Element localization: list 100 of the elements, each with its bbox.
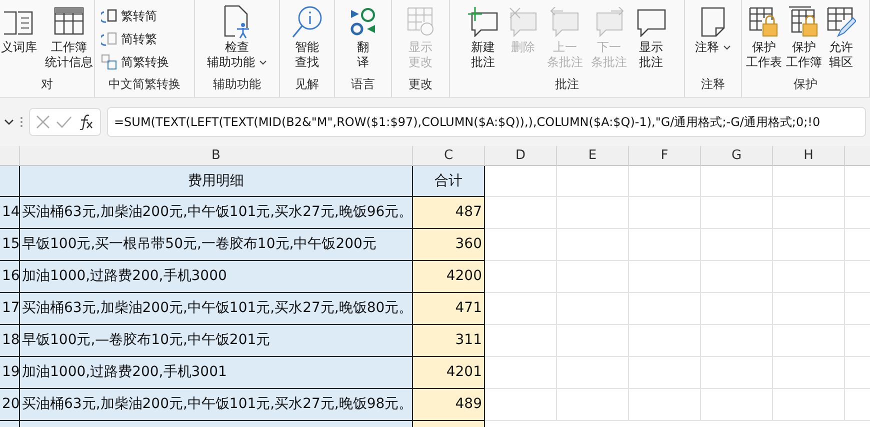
table-cell xyxy=(629,166,701,197)
table-cell xyxy=(773,389,845,421)
column-header[interactable]: G xyxy=(701,146,773,166)
header-cell: 费用明细 xyxy=(20,166,413,197)
table-cell xyxy=(557,389,629,421)
table-cell: 买油桶63元,加柴油200元,中午饭101元,买水27元,晚饭98元。 xyxy=(20,389,413,421)
ribbon-button[interactable]: 简转繁 xyxy=(101,28,157,50)
delete-comment-icon xyxy=(507,7,539,37)
ribbon-button[interactable]: 智能 查找 xyxy=(289,4,325,70)
table-cell xyxy=(485,229,557,261)
table-cell: 360 xyxy=(413,229,485,261)
table-cell xyxy=(485,197,557,229)
column-header[interactable] xyxy=(0,146,20,166)
convert-icon xyxy=(101,31,117,47)
column-header[interactable]: F xyxy=(629,146,701,166)
column-header[interactable]: H xyxy=(773,146,845,166)
table-cell xyxy=(557,197,629,229)
ribbon-button[interactable]: 繁转简 xyxy=(101,6,157,26)
table-cell xyxy=(701,389,773,421)
column-header[interactable]: C xyxy=(413,146,485,166)
check-icon[interactable] xyxy=(56,116,72,128)
table-cell xyxy=(485,357,557,389)
table-cell: 15 xyxy=(0,229,20,261)
translate-icon xyxy=(349,6,377,38)
ribbon-button[interactable]: 允许 辑区 xyxy=(824,4,858,70)
table-cell: 20 xyxy=(0,389,20,421)
accessibility-icon xyxy=(222,5,251,39)
table-cell xyxy=(701,325,773,357)
table-cell xyxy=(629,229,701,261)
table-cell xyxy=(557,261,629,293)
ribbon-button[interactable]: 翻 译 xyxy=(347,4,379,70)
table-cell xyxy=(701,293,773,325)
ribbon-button[interactable]: 保护 工作表 xyxy=(744,4,784,70)
header-cell: 合计 xyxy=(413,166,485,197)
grid-lock-icon xyxy=(788,6,820,38)
table-cell xyxy=(629,197,701,229)
table-cell xyxy=(629,389,701,421)
table-cell: 18 xyxy=(0,325,20,357)
table-cell xyxy=(557,357,629,389)
table-cell xyxy=(557,293,629,325)
table-cell xyxy=(557,166,629,197)
grid-lock-icon xyxy=(748,6,780,38)
grid-clock-icon xyxy=(406,6,436,38)
group-label: 见解 xyxy=(294,76,320,93)
table-cell xyxy=(773,229,845,261)
ribbon-button[interactable]: 显示 批注 xyxy=(633,4,669,70)
table-cell: 16 xyxy=(0,261,20,293)
table-cell: 加油1000,过路费200,手机3001 xyxy=(20,357,413,389)
table-cell xyxy=(773,325,845,357)
table-cell xyxy=(557,229,629,261)
table-cell xyxy=(701,197,773,229)
ribbon-button[interactable]: 检查 辅助功能 xyxy=(205,4,269,70)
table-cell xyxy=(701,261,773,293)
new-comment-icon xyxy=(467,7,499,37)
column-header[interactable]: D xyxy=(485,146,557,166)
ribbon-button[interactable]: 义词库 xyxy=(0,4,39,55)
formula-field[interactable]: =SUM(TEXT(LEFT(TEXT(MID(B2&"M",ROW($1:$97),COLUMN($A:$Q)),),COLUMN($A:$Q)-1),"G/通用格式;-G/通用格式;0;!0 xyxy=(107,107,866,137)
table-cell xyxy=(701,166,773,197)
function-icon[interactable] xyxy=(78,114,94,130)
table-cell xyxy=(773,166,845,197)
table-cell xyxy=(773,197,845,229)
ribbon-button[interactable]: 新建 批注 xyxy=(465,4,501,70)
group-label: 更改 xyxy=(408,76,434,93)
ribbon-button[interactable]: 工作簿 统计信息 xyxy=(43,4,94,70)
table-cell: 早饭100元,—卷胶布10元,中午饭201元 xyxy=(20,325,413,357)
table-cell xyxy=(557,325,629,357)
column-header[interactable]: E xyxy=(557,146,629,166)
caret-icon[interactable] xyxy=(4,119,14,125)
table-cell: 471 xyxy=(413,293,485,325)
group-label: 对 xyxy=(40,76,54,93)
table-cell xyxy=(701,229,773,261)
table-cell xyxy=(701,357,773,389)
group-label: 注释 xyxy=(700,76,726,93)
group-label: 语言 xyxy=(350,76,376,93)
group-label: 保护 xyxy=(792,76,818,93)
table-cell xyxy=(485,166,557,197)
table-cell: 487 xyxy=(413,197,485,229)
table-cell: 买油桶63元,加柴油200元,中午饭101元,买水27元,晚饭96元。 xyxy=(20,197,413,229)
previous-comment-icon xyxy=(549,7,581,37)
table-cell xyxy=(0,166,20,197)
table-cell: 4201 xyxy=(413,357,485,389)
ribbon-button[interactable]: 简繁转换 xyxy=(101,52,169,72)
table-cell: 14 xyxy=(0,197,20,229)
group-label: 批注 xyxy=(554,76,580,93)
table-cell xyxy=(629,293,701,325)
table-cell: 17 xyxy=(0,293,20,325)
column-header[interactable]: B xyxy=(20,146,413,166)
table-cell xyxy=(629,261,701,293)
ribbon-button[interactable]: 保护 工作簿 xyxy=(784,4,824,70)
table-cell xyxy=(773,293,845,325)
group-label: 辅助功能 xyxy=(212,76,262,93)
table-cell: 489 xyxy=(413,389,485,421)
comment-icon xyxy=(635,7,667,37)
convert-icon xyxy=(101,54,117,70)
note-icon xyxy=(700,6,726,38)
cancel-icon[interactable] xyxy=(36,115,50,129)
table-cell: 4200 xyxy=(413,261,485,293)
ribbon-button[interactable]: 注释 xyxy=(693,4,733,55)
table-cell xyxy=(773,261,845,293)
convert-icon xyxy=(101,8,117,24)
